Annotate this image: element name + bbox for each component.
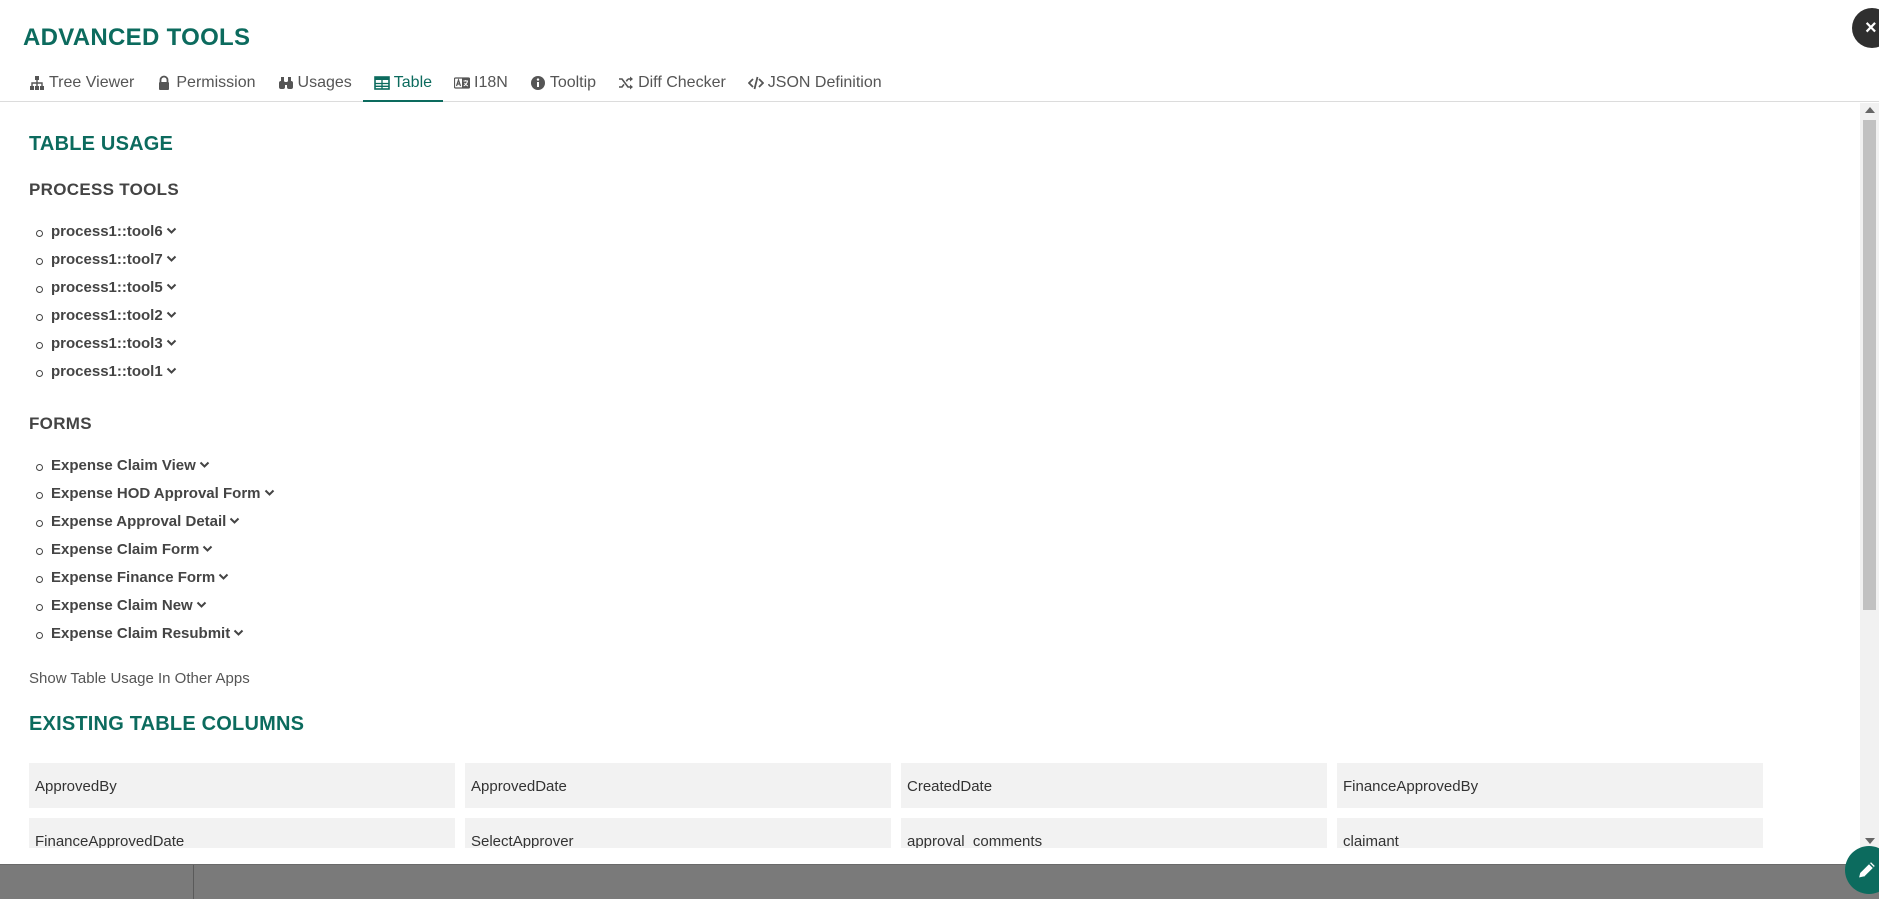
chevron-down-icon bbox=[166, 227, 176, 234]
process-tool-item[interactable]: process1::tool1 bbox=[29, 358, 1860, 386]
chevron-down-icon bbox=[166, 311, 176, 318]
form-item[interactable]: Expense Claim View bbox=[29, 452, 1860, 480]
process-tool-item[interactable]: process1::tool2 bbox=[29, 302, 1860, 330]
chevron-down-icon bbox=[199, 461, 210, 468]
pencil-icon bbox=[1858, 862, 1875, 879]
form-item[interactable]: Expense Claim New bbox=[29, 592, 1860, 620]
show-other-apps-link[interactable]: Show Table Usage In Other Apps bbox=[29, 670, 250, 687]
scroll-up-arrow[interactable] bbox=[1865, 107, 1875, 113]
tab-label: Diff Checker bbox=[638, 74, 726, 91]
column-cell: claimant bbox=[1337, 818, 1763, 848]
column-cell: CreatedDate bbox=[901, 763, 1327, 808]
columns-grid: ApprovedBy ApprovedDate CreatedDate Fina… bbox=[29, 763, 1860, 848]
random-icon bbox=[618, 75, 634, 91]
modal-header: ADVANCED TOOLS Tree Viewer Permission Us… bbox=[0, 0, 1879, 102]
tab-bar: Tree Viewer Permission Usages Table I18N… bbox=[18, 66, 893, 102]
tab-usages[interactable]: Usages bbox=[267, 66, 363, 102]
tab-label: Tooltip bbox=[549, 74, 597, 91]
tab-label: I18N bbox=[474, 74, 508, 91]
form-item[interactable]: Expense Claim Resubmit bbox=[29, 620, 1860, 648]
process-tool-item[interactable]: process1::tool7 bbox=[29, 246, 1860, 274]
form-item[interactable]: Expense Finance Form bbox=[29, 564, 1860, 592]
forms-list: Expense Claim View Expense HOD Approval … bbox=[29, 452, 1860, 648]
tab-label: Usages bbox=[297, 74, 352, 91]
column-cell: SelectApprover bbox=[465, 818, 891, 848]
form-item[interactable]: Expense Claim Form bbox=[29, 536, 1860, 564]
process-tools-title: PROCESS TOOLS bbox=[29, 180, 180, 199]
scroll-down-arrow[interactable] bbox=[1865, 838, 1875, 844]
chevron-down-icon bbox=[196, 601, 206, 608]
tab-label: Tree Viewer bbox=[49, 74, 135, 91]
chevron-down-icon bbox=[166, 339, 176, 346]
chevron-down-icon bbox=[166, 255, 176, 262]
tab-tree-viewer[interactable]: Tree Viewer bbox=[18, 66, 145, 102]
table-usage-title: TABLE USAGE bbox=[29, 133, 174, 155]
column-cell: approval_comments bbox=[901, 818, 1327, 848]
sitemap-icon bbox=[29, 75, 45, 91]
form-item[interactable]: Expense HOD Approval Form bbox=[29, 480, 1860, 508]
close-icon: × bbox=[1865, 16, 1877, 39]
tab-json-definition[interactable]: JSON Definition bbox=[737, 66, 893, 102]
tab-i18n[interactable]: I18N bbox=[443, 66, 519, 102]
existing-columns-title: EXISTING TABLE COLUMNS bbox=[29, 713, 305, 735]
chevron-down-icon bbox=[219, 573, 229, 580]
column-cell: FinanceApprovedDate bbox=[29, 818, 455, 848]
bottom-bar-divider bbox=[193, 865, 194, 899]
binoculars-icon bbox=[278, 75, 294, 91]
form-item[interactable]: Expense Approval Detail bbox=[29, 508, 1860, 536]
content-scrollbar[interactable] bbox=[1860, 103, 1879, 848]
chevron-down-icon bbox=[234, 629, 244, 636]
tab-permission[interactable]: Permission bbox=[145, 66, 266, 102]
chevron-down-icon bbox=[230, 517, 240, 524]
tab-table[interactable]: Table bbox=[362, 66, 444, 102]
info-circle-icon bbox=[530, 75, 546, 91]
column-cell: ApprovedDate bbox=[465, 763, 891, 808]
chevron-down-icon bbox=[203, 545, 213, 552]
lock-icon bbox=[156, 75, 172, 91]
table-icon bbox=[373, 75, 390, 91]
chevron-down-icon bbox=[166, 283, 176, 290]
tab-label: Permission bbox=[176, 74, 256, 91]
bottom-bar bbox=[0, 864, 1879, 899]
process-tool-item[interactable]: process1::tool5 bbox=[29, 274, 1860, 302]
tab-tooltip[interactable]: Tooltip bbox=[519, 66, 607, 102]
process-tools-list: process1::tool6 process1::tool7 process1… bbox=[29, 218, 1860, 386]
code-icon bbox=[747, 75, 764, 91]
scroll-thumb[interactable] bbox=[1863, 120, 1876, 610]
forms-title: FORMS bbox=[29, 414, 92, 433]
column-cell: ApprovedBy bbox=[29, 763, 455, 808]
tab-label: Table bbox=[393, 74, 433, 91]
process-tool-item[interactable]: process1::tool6 bbox=[29, 218, 1860, 246]
column-cell: FinanceApprovedBy bbox=[1337, 763, 1763, 808]
chevron-down-icon bbox=[166, 367, 176, 374]
tab-label: JSON Definition bbox=[767, 74, 882, 91]
process-tool-item[interactable]: process1::tool3 bbox=[29, 330, 1860, 358]
advanced-tools-page: ADVANCED TOOLS Tree Viewer Permission Us… bbox=[0, 0, 1879, 899]
modal-content: TABLE USAGE PROCESS TOOLS process1::tool… bbox=[0, 103, 1860, 848]
language-icon bbox=[454, 75, 471, 91]
chevron-down-icon bbox=[264, 489, 274, 496]
tab-diff-checker[interactable]: Diff Checker bbox=[607, 66, 737, 102]
modal-title: ADVANCED TOOLS bbox=[23, 24, 251, 51]
